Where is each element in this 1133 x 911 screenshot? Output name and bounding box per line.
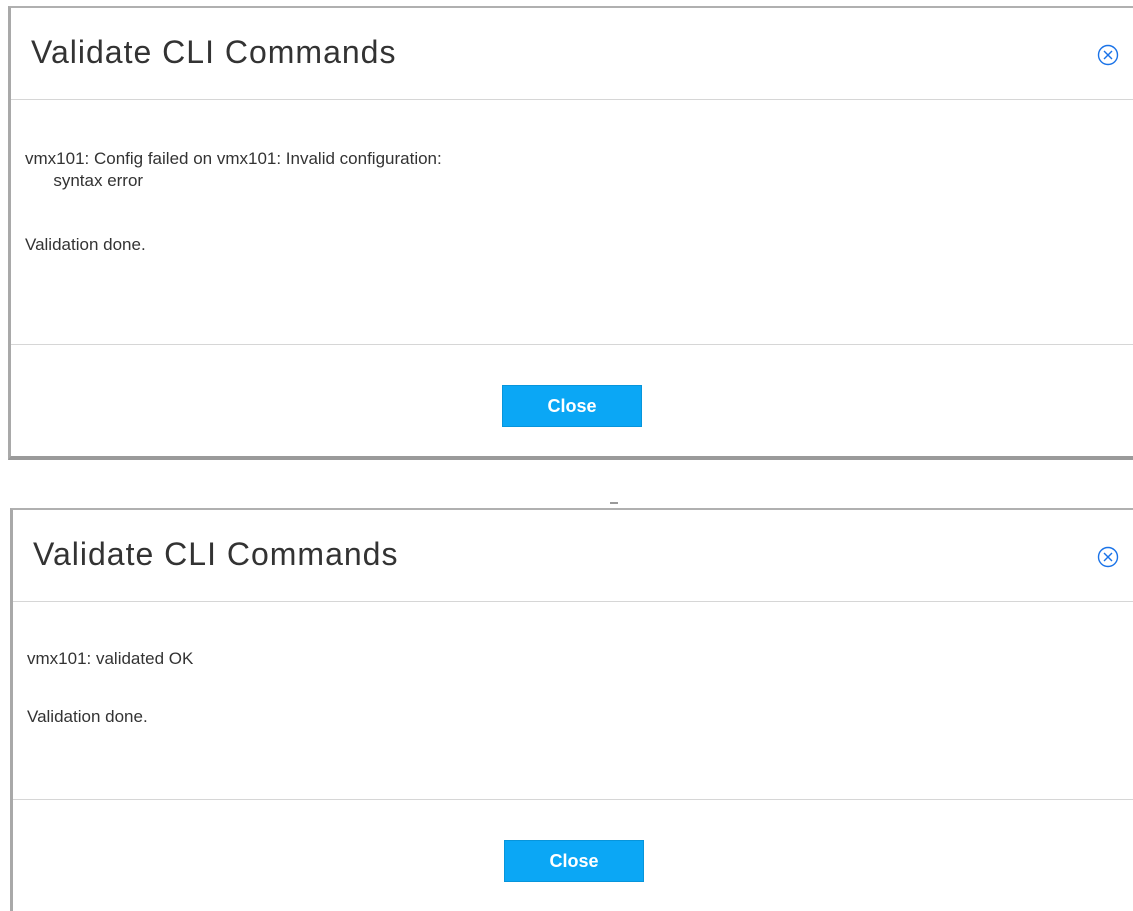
dialog-footer: Close — [13, 800, 1133, 911]
dialog-body: vmx101: Config failed on vmx101: Invalid… — [11, 100, 1133, 345]
dialog-body: vmx101: validated OK Validation done. — [13, 602, 1133, 800]
dialog-title: Validate CLI Commands — [33, 536, 399, 572]
close-circle-icon[interactable] — [1097, 44, 1119, 66]
error-message: vmx101: Config failed on vmx101: Invalid… — [25, 149, 442, 168]
close-button[interactable]: Close — [504, 840, 644, 882]
close-circle-icon[interactable] — [1097, 546, 1119, 568]
status-message: Validation done. — [27, 707, 148, 726]
dialog-title: Validate CLI Commands — [31, 34, 397, 70]
dialog-footer: Close — [11, 345, 1133, 456]
success-message: vmx101: validated OK — [27, 649, 194, 668]
error-detail: syntax error — [25, 171, 144, 190]
dialog-header: Validate CLI Commands — [13, 510, 1133, 602]
validate-dialog-failed: Validate CLI Commands vmx101: Config fai… — [8, 6, 1133, 460]
status-message: Validation done. — [25, 235, 146, 254]
close-button[interactable]: Close — [502, 385, 642, 427]
validate-dialog-ok: Validate CLI Commands vmx101: validated … — [10, 508, 1133, 911]
dialog-header: Validate CLI Commands — [11, 8, 1133, 100]
divider — [610, 502, 618, 504]
